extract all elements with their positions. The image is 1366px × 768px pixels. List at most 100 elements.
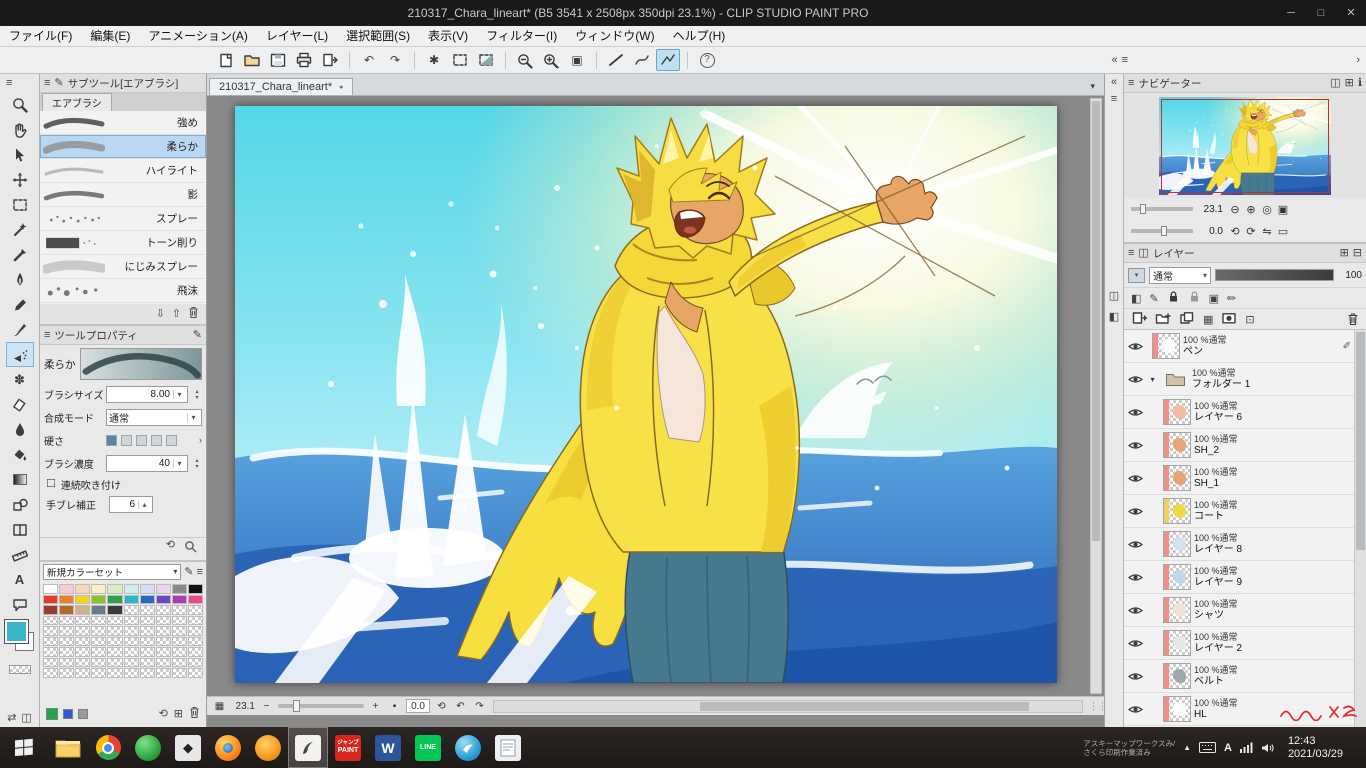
horizontal-scrollbar-thumb[interactable]: [700, 702, 1029, 711]
color-swatch-58[interactable]: [172, 637, 187, 647]
color-swatch-50[interactable]: [43, 637, 58, 647]
color-swatch-57[interactable]: [156, 637, 171, 647]
brush-size-spinner[interactable]: ▴▾: [192, 389, 202, 401]
color-swatch-63[interactable]: [91, 647, 106, 657]
undo-button[interactable]: ↶: [453, 701, 468, 712]
folder-icon[interactable]: [1161, 366, 1189, 392]
color-swatch-38[interactable]: [172, 616, 187, 626]
layer-thumbnail[interactable]: [1163, 399, 1191, 425]
navigator-info-icon[interactable]: ℹ: [1358, 78, 1362, 89]
color-swatch-78[interactable]: [172, 658, 187, 668]
navigator-fit-screen-button[interactable]: ▣: [1275, 203, 1291, 216]
color-swatch-25[interactable]: [124, 605, 139, 615]
visibility-eye-icon[interactable]: [1127, 374, 1144, 385]
layer-list-scrollbar-thumb[interactable]: [1356, 332, 1365, 550]
layer-row-コート[interactable]: 100 %通常コート: [1124, 495, 1354, 528]
layer-thumbnail[interactable]: [1163, 663, 1191, 689]
duplicate-layer-icon[interactable]: [1179, 311, 1195, 328]
color-swatch-88[interactable]: [172, 668, 187, 678]
color-swatch-34[interactable]: [107, 616, 122, 626]
color-swatch-15[interactable]: [124, 595, 139, 605]
subtool-panel-menu-icon[interactable]: ≡: [44, 78, 50, 89]
dock-panel-icon-2[interactable]: ◧: [1109, 312, 1119, 323]
taskbar-clock[interactable]: 12:43 2021/03/29: [1283, 735, 1348, 761]
toolbar-redo-button[interactable]: ↷: [383, 49, 407, 71]
tool-property-edit-icon[interactable]: ✎: [193, 330, 202, 341]
hardness-slider[interactable]: [106, 435, 195, 446]
reference-layer-icon[interactable]: ✎: [1149, 292, 1158, 305]
color-swatch-45[interactable]: [124, 626, 139, 636]
stabilization-input[interactable]: 6 ▴: [109, 496, 153, 513]
taskbar-app-word[interactable]: W: [368, 727, 408, 768]
tab-airbrush[interactable]: エアブラシ: [42, 93, 112, 111]
color-swatch-21[interactable]: [59, 605, 74, 615]
color-swatch-23[interactable]: [91, 605, 106, 615]
taskbar-app-chrome[interactable]: [88, 727, 128, 768]
color-set-menu-icon[interactable]: ≡: [197, 567, 203, 578]
canvas-zoom-100-button[interactable]: ▪: [387, 701, 402, 712]
color-swatch-0[interactable]: [43, 584, 58, 594]
navigator-zoom-in-circle-button[interactable]: ⊕: [1243, 203, 1259, 216]
toolbar-help-button[interactable]: ?: [695, 49, 719, 71]
color-swatch-37[interactable]: [156, 616, 171, 626]
navigate-canvas-icon[interactable]: ▦: [212, 701, 227, 712]
color-swatch-8[interactable]: [172, 584, 187, 594]
export-subtool-icon[interactable]: ⇧: [172, 309, 181, 320]
toolbar-line-straight-button[interactable]: [604, 49, 628, 71]
navigator-zoom-thumb[interactable]: [1140, 204, 1146, 214]
toolbar-open-button[interactable]: [240, 49, 264, 71]
tool-ruler-icon[interactable]: [6, 542, 34, 567]
navigator-reset-view-button[interactable]: ▭: [1275, 225, 1291, 238]
color-swatch-7[interactable]: [156, 584, 171, 594]
transparent-color-chip[interactable]: [9, 665, 31, 674]
tool-zoom-icon[interactable]: [6, 92, 34, 117]
tool-decoration-icon[interactable]: ✽: [6, 367, 34, 392]
clip-to-layer-below-icon[interactable]: ◧: [1131, 292, 1141, 305]
toolbar-busy-button[interactable]: ✱: [422, 49, 446, 71]
taskbar-app-clip-studio-paint[interactable]: [288, 727, 328, 768]
navigator-menu-icon[interactable]: ≡: [1128, 78, 1134, 89]
create-mask-icon[interactable]: [1221, 311, 1237, 328]
color-swatch-68[interactable]: [172, 647, 187, 657]
reset-settings-icon[interactable]: ⟲: [166, 540, 175, 556]
tool-airbrush-icon[interactable]: [6, 342, 34, 367]
color-swatch-84[interactable]: [107, 668, 122, 678]
menu-item-4[interactable]: 選択範囲(S): [337, 26, 419, 46]
delete-layer-icon[interactable]: [1347, 312, 1359, 326]
layer-row-ペン[interactable]: 100 %通常ペン✐: [1124, 330, 1354, 363]
color-swatch-16[interactable]: [140, 595, 155, 605]
color-swatch-36[interactable]: [140, 616, 155, 626]
merge-down-icon[interactable]: ▦: [1203, 313, 1213, 326]
visibility-eye-icon[interactable]: [1127, 605, 1144, 616]
color-swatch-30[interactable]: [43, 616, 58, 626]
hardness-more-icon[interactable]: ›: [199, 436, 202, 445]
toolbar-print-button[interactable]: [292, 49, 316, 71]
horizontal-scrollbar[interactable]: [493, 700, 1083, 713]
canvas-illustration[interactable]: [235, 106, 1057, 683]
color-swatch-14[interactable]: [107, 595, 122, 605]
volume-icon[interactable]: [1261, 742, 1275, 754]
toolbar-zoom-out-button[interactable]: [513, 49, 537, 71]
layer-thumbnail[interactable]: [1163, 465, 1191, 491]
toolbar-deselect-button[interactable]: [448, 49, 472, 71]
color-swatch-28[interactable]: [172, 605, 187, 615]
taskbar-app-line[interactable]: LINE: [408, 727, 448, 768]
color-swatch-61[interactable]: [59, 647, 74, 657]
tool-figure-icon[interactable]: [6, 492, 34, 517]
menu-item-0[interactable]: ファイル(F): [0, 26, 81, 46]
subtool-row-1[interactable]: 柔らか: [40, 135, 206, 159]
brush-density-input[interactable]: 40 ▾: [106, 455, 188, 472]
color-swatch-27[interactable]: [156, 605, 171, 615]
toolbar-new-button[interactable]: [214, 49, 238, 71]
color-swatch-40[interactable]: [43, 626, 58, 636]
layer-row-レイヤー 6[interactable]: 100 %通常レイヤー 6: [1124, 396, 1354, 429]
menu-item-5[interactable]: 表示(V): [419, 26, 477, 46]
color-swatch-83[interactable]: [91, 668, 106, 678]
layer-thumbnail[interactable]: [1163, 498, 1191, 524]
tool-gradient-icon[interactable]: [6, 467, 34, 492]
color-swatch-64[interactable]: [107, 647, 122, 657]
color-swatch-69[interactable]: [188, 647, 203, 657]
color-swatch-65[interactable]: [124, 647, 139, 657]
menu-item-6[interactable]: フィルター(I): [477, 26, 566, 46]
color-swatch-89[interactable]: [188, 668, 203, 678]
